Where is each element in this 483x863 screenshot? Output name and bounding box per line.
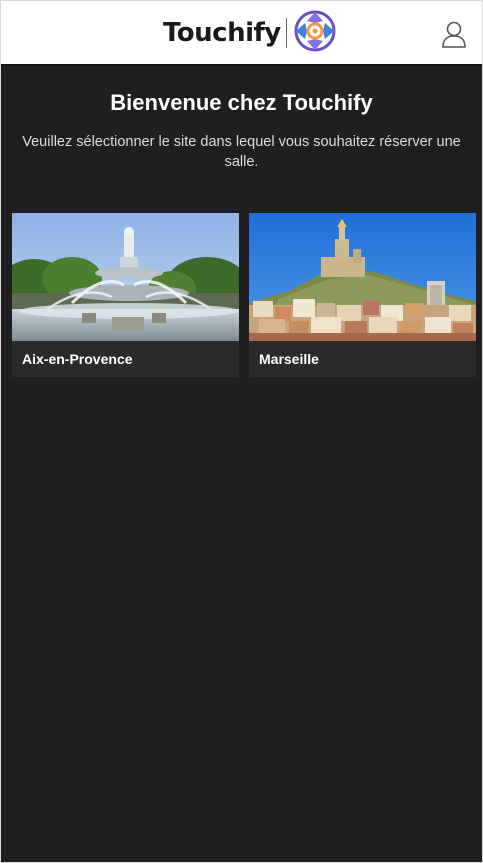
user-icon [441, 21, 467, 52]
app-frame: Touchify Bienvenue chez Touchify Veuille… [1, 1, 482, 862]
site-card-marseille[interactable]: Marseille [249, 213, 476, 377]
marseille-photo [249, 213, 476, 341]
aix-fountain-photo [12, 213, 239, 341]
user-account-button[interactable] [441, 20, 467, 48]
touchify-logo-icon [293, 9, 337, 58]
site-card-aix-en-provence[interactable]: Aix-en-Provence [12, 213, 239, 377]
top-header: Touchify [1, 1, 482, 66]
brand-name: Touchify [163, 18, 281, 48]
page-title: Bienvenue chez Touchify [110, 90, 373, 115]
brand[interactable]: Touchify [163, 9, 337, 58]
site-label: Marseille [259, 351, 319, 367]
page-subtitle: Veuillez sélectionner le site dans leque… [22, 134, 461, 170]
brand-divider [285, 18, 287, 48]
site-label: Aix-en-Provence [22, 351, 133, 367]
